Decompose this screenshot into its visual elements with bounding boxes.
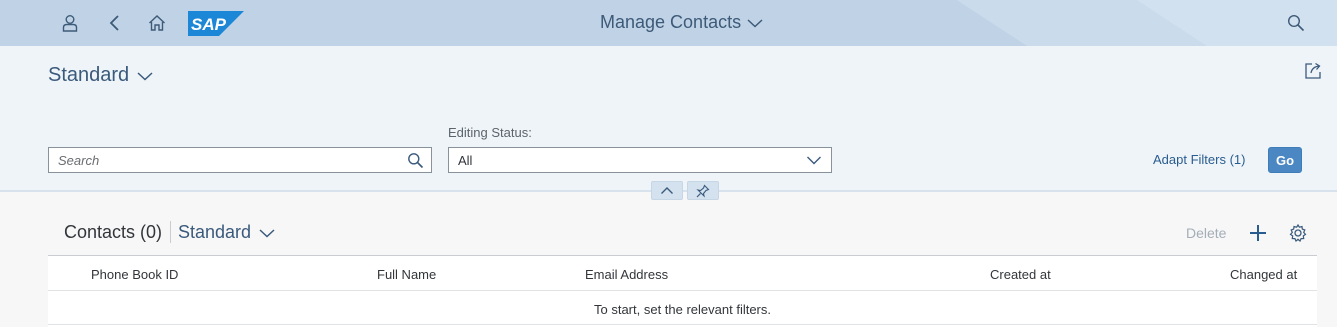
chevron-down-icon — [259, 228, 275, 238]
toolbar-separator — [170, 221, 171, 243]
table-variant-selector[interactable]: Standard — [178, 222, 275, 243]
pin-header-button[interactable] — [687, 181, 719, 200]
editing-status-value: All — [458, 152, 473, 168]
search-field[interactable] — [48, 147, 432, 173]
chevron-down-icon — [807, 156, 821, 165]
column-header-created-at[interactable]: Created at — [990, 267, 1051, 282]
table-title: Contacts (0) — [64, 222, 163, 242]
editing-status-select[interactable]: All — [448, 147, 832, 173]
chevron-down-icon — [137, 71, 153, 81]
column-header-phone-book-id[interactable]: Phone Book ID — [91, 267, 178, 282]
shell-bar: SAP Manage Contacts — [0, 0, 1337, 46]
settings-gear-icon[interactable] — [1288, 223, 1308, 243]
filter-header: Standard Editing Status: All Adapt Filte… — [0, 46, 1337, 191]
variant-selector[interactable]: Standard — [48, 64, 153, 87]
chevron-down-icon — [747, 18, 763, 28]
sap-logo: SAP — [188, 11, 244, 36]
column-header-full-name[interactable]: Full Name — [377, 267, 436, 282]
person-icon — [62, 15, 78, 32]
search-icon[interactable] — [407, 152, 424, 169]
add-icon[interactable] — [1247, 222, 1269, 244]
share-icon[interactable] — [1303, 61, 1323, 81]
sap-logo-text: SAP — [191, 15, 227, 34]
table-toolbar: Contacts (0) Standard Delete — [48, 210, 1317, 256]
table-variant-label: Standard — [178, 222, 252, 242]
table-header-row: Phone Book ID Full Name Email Address Cr… — [48, 257, 1317, 291]
collapse-header-button[interactable] — [651, 181, 683, 200]
column-header-email-address[interactable]: Email Address — [585, 267, 668, 282]
search-icon — [1287, 14, 1305, 32]
back-icon — [109, 15, 119, 31]
shell-decoration — [957, 0, 1337, 46]
home-icon — [149, 15, 165, 31]
chevron-up-icon — [661, 187, 673, 194]
variant-label: Standard — [48, 64, 130, 86]
adapt-filters-link[interactable]: Adapt Filters (1) — [1153, 152, 1245, 167]
delete-button[interactable]: Delete — [1186, 225, 1226, 241]
profile-button[interactable] — [55, 8, 85, 38]
contacts-table: Contacts (0) Standard Delete Phone Book … — [48, 210, 1317, 327]
back-button[interactable] — [100, 8, 130, 38]
shell-search-button[interactable] — [1281, 8, 1311, 38]
go-button[interactable]: Go — [1268, 147, 1302, 173]
column-header-changed-at[interactable]: Changed at — [1230, 267, 1297, 282]
app-title-menu[interactable]: Manage Contacts — [600, 12, 763, 33]
editing-status-label: Editing Status: — [448, 125, 532, 140]
app-title: Manage Contacts — [600, 12, 742, 32]
pin-icon — [696, 184, 710, 198]
home-button[interactable] — [142, 8, 172, 38]
empty-table-message: To start, set the relevant filters. — [48, 292, 1317, 325]
search-input[interactable] — [58, 152, 398, 168]
